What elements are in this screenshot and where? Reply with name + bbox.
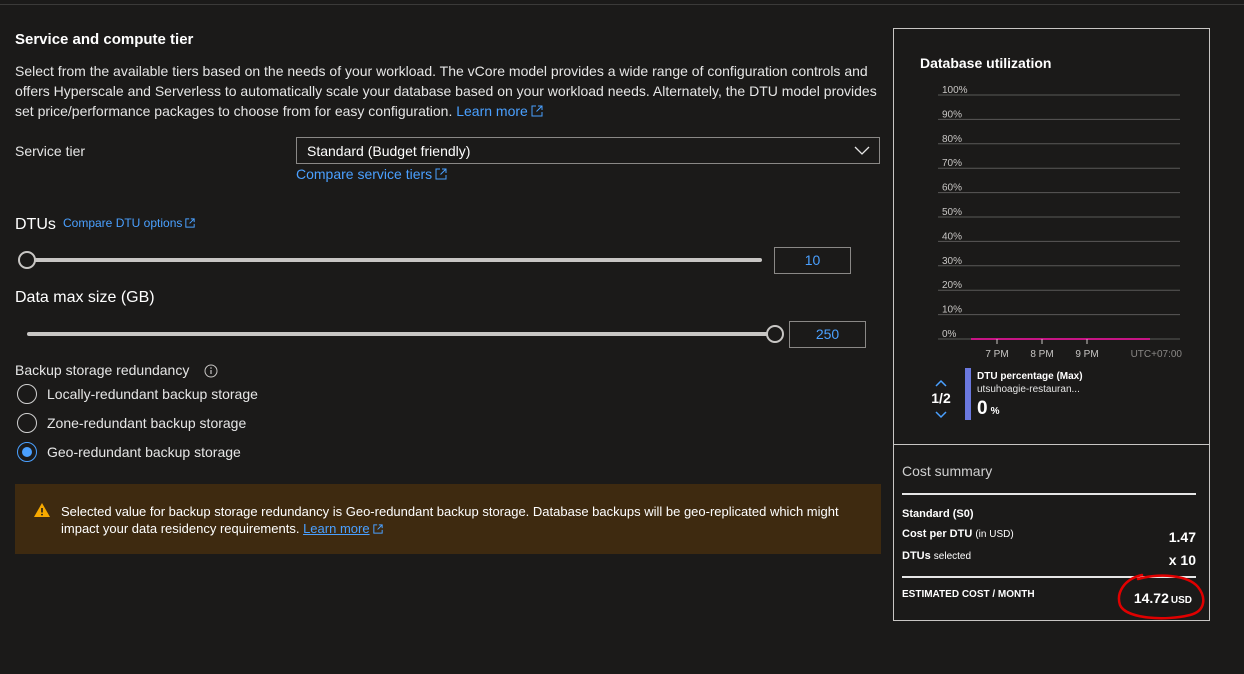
- compare-service-tiers-link[interactable]: Compare service tiers: [296, 166, 447, 182]
- y-tick-label: 50%: [942, 207, 962, 218]
- legend-color-bar: [965, 368, 971, 420]
- external-link-icon: [372, 524, 383, 534]
- summary-panel: Database utilization 100% 90% 80% 70% 60% 50%…: [893, 28, 1210, 621]
- chevron-down-icon[interactable]: [935, 411, 947, 419]
- external-link-icon: [531, 105, 543, 117]
- radio-button[interactable]: [17, 384, 37, 404]
- x-tick-label: 7 PM: [985, 349, 1008, 360]
- warning-learn-more-link[interactable]: Learn more: [303, 521, 383, 536]
- x-tick-label: 9 PM: [1075, 349, 1098, 360]
- dtus-input[interactable]: 10: [774, 247, 851, 274]
- radio-label: Zone-redundant backup storage: [47, 415, 247, 431]
- dtus-selected-value: x 10: [1168, 552, 1196, 568]
- info-icon[interactable]: [204, 364, 218, 378]
- dtus-slider-track[interactable]: [25, 258, 762, 262]
- external-link-icon: [435, 168, 447, 180]
- data-max-size-slider-track[interactable]: [27, 332, 779, 336]
- utilization-chart: 100% 90% 80% 70% 60% 50% 40% 30% 20% 10% 0% 7 PM 8 P…: [938, 85, 1183, 360]
- legend-resource: utsuhoagie-restauran...: [977, 384, 1080, 395]
- data-max-size-input[interactable]: 250: [789, 321, 866, 348]
- radio-label: Locally-redundant backup storage: [47, 386, 258, 402]
- red-circle-annotation: [1117, 573, 1205, 620]
- radio-zone-redundant[interactable]: Zone-redundant backup storage: [17, 412, 246, 434]
- external-link-icon: [185, 218, 196, 228]
- legend-value: 0%: [977, 398, 1000, 419]
- y-tick-label: 100%: [942, 85, 968, 96]
- service-tier-dropdown[interactable]: Standard (Budget friendly): [296, 137, 880, 164]
- y-tick-label: 0%: [942, 329, 957, 340]
- data-max-size-label: Data max size (GB): [15, 289, 155, 306]
- backup-redundancy-label: Backup storage redundancy: [15, 362, 190, 378]
- learn-more-link[interactable]: Learn more: [456, 103, 543, 119]
- cost-summary-title: Cost summary: [902, 463, 993, 479]
- y-tick-label: 70%: [942, 158, 962, 169]
- legend-metric: DTU percentage (Max): [977, 371, 1083, 382]
- service-tier-value: Standard (Budget friendly): [307, 143, 471, 159]
- service-tier-label: Service tier: [15, 143, 86, 159]
- y-tick-label: 60%: [942, 183, 962, 194]
- radio-button[interactable]: [17, 413, 37, 433]
- data-max-size-slider-thumb[interactable]: [766, 325, 784, 343]
- compare-dtu-options-link[interactable]: Compare DTU options: [63, 216, 196, 230]
- description-text: Select from the available tiers based on…: [15, 63, 877, 119]
- cost-per-dtu-label: Cost per DTU (in USD): [902, 528, 1014, 540]
- estimated-cost-label: ESTIMATED COST / MONTH: [902, 589, 1035, 600]
- timezone-label: UTC+07:00: [1131, 349, 1183, 360]
- radio-locally-redundant[interactable]: Locally-redundant backup storage: [17, 383, 258, 405]
- radio-label: Geo-redundant backup storage: [47, 444, 241, 460]
- cost-per-dtu-value: 1.47: [1168, 529, 1196, 545]
- dtus-label: DTUs: [15, 216, 56, 233]
- warning-banner: Selected value for backup storage redund…: [15, 484, 881, 554]
- cost-rule: [902, 493, 1196, 495]
- dtus-slider-thumb[interactable]: [18, 251, 36, 269]
- warning-icon: [34, 503, 50, 517]
- dtus-selected-label: DTUs selected: [902, 550, 972, 562]
- radio-button-selected[interactable]: [17, 442, 37, 462]
- section-title: Service and compute tier: [15, 31, 194, 48]
- pager-count: 1/2: [931, 390, 951, 406]
- configure-pane: Service and compute tier Select from the…: [15, 0, 881, 674]
- y-tick-label: 90%: [942, 109, 962, 120]
- warning-text: Selected value for backup storage redund…: [61, 504, 839, 536]
- legend-pager: 1/2: [924, 374, 958, 422]
- y-tick-label: 10%: [942, 305, 962, 316]
- x-tick-label: 8 PM: [1030, 349, 1053, 360]
- panel-divider: [894, 444, 1209, 445]
- section-description: Select from the available tiers based on…: [15, 61, 881, 121]
- radio-geo-redundant[interactable]: Geo-redundant backup storage: [17, 441, 241, 463]
- y-tick-label: 30%: [942, 256, 962, 267]
- cost-plan: Standard (S0): [902, 508, 974, 520]
- y-tick-label: 40%: [942, 231, 962, 242]
- chevron-up-icon[interactable]: [935, 379, 947, 387]
- y-tick-label: 80%: [942, 134, 962, 145]
- y-tick-label: 20%: [942, 280, 962, 291]
- chevron-down-icon: [854, 146, 870, 155]
